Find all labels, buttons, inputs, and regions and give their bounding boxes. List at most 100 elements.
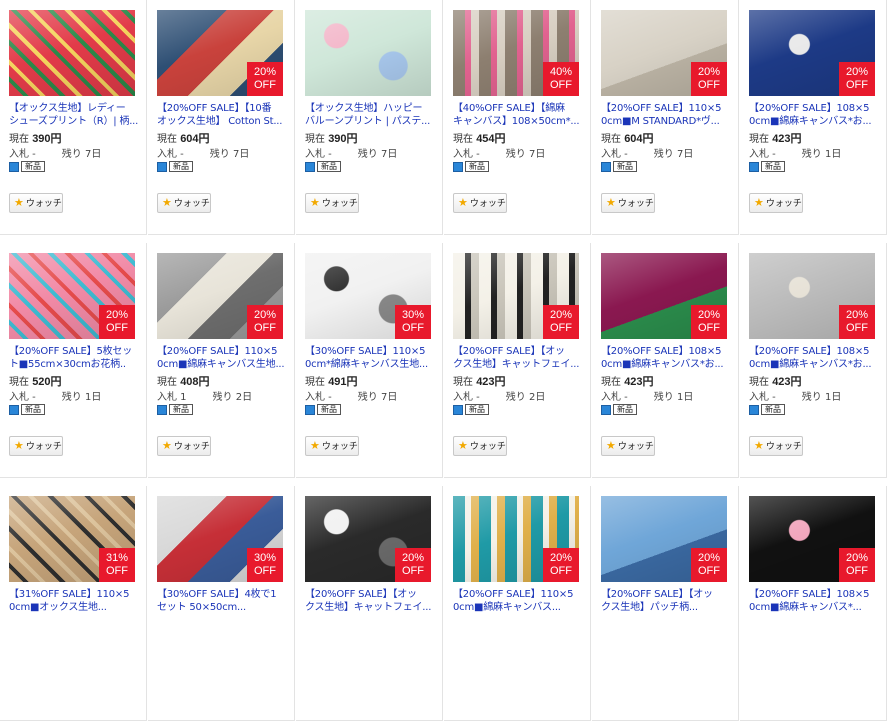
product-title-link[interactable]: 【20%OFF SALE】108×5 0cm■綿麻キャンバス*... [749, 588, 879, 614]
product-title-link[interactable]: 【20%OFF SALE】108×5 0cm■綿麻キャンバス*お... [601, 345, 731, 371]
discount-badge: 20% OFF [839, 548, 875, 582]
product-thumbnail[interactable] [9, 10, 135, 96]
product-title-link[interactable]: 【20%OFF SALE】108×5 0cm■綿麻キャンバス*お... [749, 345, 879, 371]
product-title-link[interactable]: 【20%OFF SALE】108×5 0cm■綿麻キャンバス*お... [749, 102, 879, 128]
product-card[interactable]: 20% OFF 【20%OFF SALE】110×5 0cm■綿麻キャンバス生地...… [148, 243, 295, 478]
current-price: 現在 423円 [749, 133, 802, 145]
product-title-link[interactable]: 【20%OFF SALE】【オッ クス生地】キャットフェイ... [453, 345, 583, 371]
image-icon [749, 161, 759, 172]
watch-button[interactable]: ★ ウォッチ [601, 193, 655, 213]
product-card[interactable]: 20% OFF 【20%OFF SALE】108×5 0cm■綿麻キャンバス*お...… [740, 0, 887, 235]
product-card[interactable]: 20% OFF 【20%OFF SALE】【オッ クス生地】キャットフェイ... [296, 486, 443, 721]
product-title-link[interactable]: 【30%OFF SALE】4枚で1 セット 50×50cm... [157, 588, 287, 614]
bid-info: 入札 - 残り 1日 [601, 392, 694, 403]
star-icon: ★ [14, 196, 24, 209]
product-thumbnail[interactable]: 31% OFF [9, 496, 135, 582]
current-price: 現在 520円 [9, 376, 62, 388]
product-title-link[interactable]: 【オックス生地】ハッピー バルーンプリント | パステ... [305, 102, 435, 128]
new-item-tag: 新品 [305, 404, 341, 415]
product-thumbnail[interactable]: 20% OFF [749, 496, 875, 582]
watch-button[interactable]: ★ ウォッチ [9, 436, 63, 456]
product-card[interactable]: 20% OFF 【20%OFF SALE】108×5 0cm■綿麻キャンバス*お...… [592, 243, 739, 478]
product-title-link[interactable]: 【20%OFF SALE】110×5 0cm■綿麻キャンバス生地... [157, 345, 287, 371]
product-title-link[interactable]: 【20%OFF SALE】【オッ クス生地】キャットフェイ... [305, 588, 435, 614]
discount-badge: 31% OFF [99, 548, 135, 582]
product-thumbnail[interactable]: 20% OFF [601, 10, 727, 96]
image-icon [157, 161, 167, 172]
star-icon: ★ [310, 439, 320, 452]
product-title-link[interactable]: 【20%OFF SALE】【10番 オックス生地】 Cotton St... [157, 102, 287, 128]
current-price: 現在 604円 [601, 133, 654, 145]
product-card[interactable]: 20% OFF 【20%OFF SALE】110×5 0cm■綿麻キャンバス... [444, 486, 591, 721]
product-thumbnail[interactable]: 20% OFF [749, 10, 875, 96]
star-icon: ★ [606, 439, 616, 452]
bid-info: 入札 - 残り 7日 [157, 149, 250, 160]
product-grid: 【オックス生地】レディー シューズプリント（R）| 柄... 現在 390円入札 -… [0, 0, 889, 721]
discount-badge: 30% OFF [247, 548, 283, 582]
product-title-link[interactable]: 【20%OFF SALE】5枚セッ ト■55cm×30cmお花柄.. [9, 345, 139, 371]
bid-info: 入札 - 残り 2日 [453, 392, 546, 403]
product-card[interactable]: 20% OFF 【20%OFF SALE】110×5 0cm■M STANDARD*ヴ… [592, 0, 739, 235]
current-price: 現在 423円 [453, 376, 506, 388]
watch-button[interactable]: ★ ウォッチ [157, 193, 211, 213]
watch-button[interactable]: ★ ウォッチ [749, 436, 803, 456]
new-item-tag: 新品 [601, 161, 637, 172]
product-card[interactable]: 31% OFF 【31%OFF SALE】110×5 0cm■オックス生地... [0, 486, 147, 721]
star-icon: ★ [310, 196, 320, 209]
product-card[interactable]: 【オックス生地】ハッピー バルーンプリント | パステ... 現在 390円 入札 -… [296, 0, 443, 235]
new-item-tag: 新品 [749, 404, 785, 415]
product-card[interactable]: 30% OFF 【30%OFF SALE】4枚で1 セット 50×50cm... [148, 486, 295, 721]
product-thumbnail[interactable]: 20% OFF [453, 496, 579, 582]
discount-badge: 20% OFF [395, 548, 431, 582]
discount-badge: 30% OFF [395, 305, 431, 339]
product-title-link[interactable]: 【オックス生地】レディー シューズプリント（R）| 柄... [9, 102, 139, 128]
product-thumbnail[interactable]: 20% OFF [453, 253, 579, 339]
product-title-link[interactable]: 【30%OFF SALE】110×5 0cm*綿麻キャンバス生地... [305, 345, 435, 371]
product-thumbnail[interactable]: 20% OFF [157, 253, 283, 339]
product-card[interactable]: 20% OFF 【20%OFF SALE】5枚セッ ト■55cm×30cmお花柄.. 現… [0, 243, 147, 478]
product-thumbnail[interactable]: 40% OFF [453, 10, 579, 96]
watch-button[interactable]: ★ ウォッチ [157, 436, 211, 456]
product-thumbnail[interactable]: 20% OFF [305, 496, 431, 582]
product-card[interactable]: 30% OFF 【30%OFF SALE】110×5 0cm*綿麻キャンバス生地...… [296, 243, 443, 478]
current-price: 現在 454円 [453, 133, 506, 145]
product-card[interactable]: 20% OFF 【20%OFF SALE】【10番 オックス生地】 Cotton St… [148, 0, 295, 235]
product-thumbnail[interactable]: 20% OFF [9, 253, 135, 339]
watch-button[interactable]: ★ ウォッチ [9, 193, 63, 213]
product-card[interactable]: 20% OFF 【20%OFF SALE】【オッ クス生地】パッチ柄... [592, 486, 739, 721]
product-title-link[interactable]: 【20%OFF SALE】110×5 0cm■綿麻キャンバス... [453, 588, 583, 614]
product-title-link[interactable]: 【20%OFF SALE】110×5 0cm■M STANDARD*ヴ... [601, 102, 731, 128]
star-icon: ★ [606, 196, 616, 209]
discount-badge: 20% OFF [691, 62, 727, 96]
product-card[interactable]: 20% OFF 【20%OFF SALE】108×5 0cm■綿麻キャンバス*お...… [740, 243, 887, 478]
watch-button[interactable]: ★ ウォッチ [305, 436, 359, 456]
watch-button[interactable]: ★ ウォッチ [749, 193, 803, 213]
discount-badge: 20% OFF [691, 548, 727, 582]
watch-button[interactable]: ★ ウォッチ [453, 193, 507, 213]
product-title-link[interactable]: 【31%OFF SALE】110×5 0cm■オックス生地... [9, 588, 139, 614]
product-thumbnail[interactable]: 30% OFF [305, 253, 431, 339]
product-thumbnail[interactable]: 20% OFF [749, 253, 875, 339]
image-icon [305, 404, 315, 415]
product-thumbnail[interactable] [305, 10, 431, 96]
product-card[interactable]: 20% OFF 【20%OFF SALE】108×5 0cm■綿麻キャンバス*... [740, 486, 887, 721]
bid-info: 入札 - 残り 1日 [749, 392, 842, 403]
product-title-link[interactable]: 【40%OFF SALE】【綿麻 キャンバス】108×50cm*... [453, 102, 583, 128]
current-price: 現在 408円 [157, 376, 210, 388]
product-thumbnail[interactable]: 20% OFF [157, 10, 283, 96]
product-card[interactable]: 20% OFF 【20%OFF SALE】【オッ クス生地】キャットフェイ... 現在 … [444, 243, 591, 478]
product-title-link[interactable]: 【20%OFF SALE】【オッ クス生地】パッチ柄... [601, 588, 731, 614]
star-icon: ★ [458, 196, 468, 209]
watch-button[interactable]: ★ ウォッチ [601, 436, 655, 456]
image-icon [601, 161, 611, 172]
product-card[interactable]: 【オックス生地】レディー シューズプリント（R）| 柄... 現在 390円 入札 -… [0, 0, 147, 235]
product-thumbnail[interactable]: 20% OFF [601, 253, 727, 339]
current-price: 現在 390円 [9, 133, 62, 145]
product-thumbnail[interactable]: 30% OFF [157, 496, 283, 582]
watch-button[interactable]: ★ ウォッチ [453, 436, 507, 456]
discount-badge: 20% OFF [839, 62, 875, 96]
star-icon: ★ [14, 439, 24, 452]
product-thumbnail[interactable]: 20% OFF [601, 496, 727, 582]
watch-button[interactable]: ★ ウォッチ [305, 193, 359, 213]
product-card[interactable]: 40% OFF 【40%OFF SALE】【綿麻 キャンバス】108×50cm*...… [444, 0, 591, 235]
